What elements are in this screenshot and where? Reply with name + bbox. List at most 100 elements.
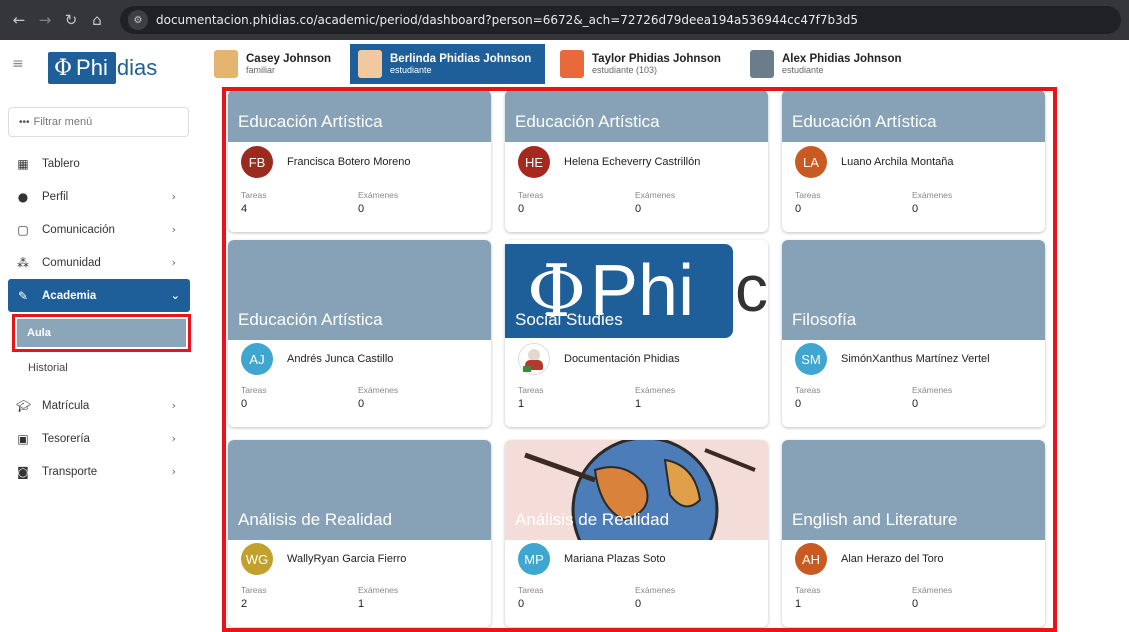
teacher-name: Luano Archila Montaña	[841, 156, 954, 168]
exams-label: Exámenes	[635, 385, 676, 395]
sidebar-item-perfil[interactable]: ● Perfil ›	[0, 180, 200, 213]
tasks-count: 1	[518, 398, 525, 410]
course-title: Filosofía	[792, 310, 857, 329]
avatar	[750, 50, 774, 78]
chevron-right-icon: ›	[171, 256, 176, 269]
group-icon: ⁂	[17, 255, 29, 270]
site-info-icon[interactable]: ⚙	[128, 10, 148, 30]
exams-label: Exámenes	[635, 585, 676, 595]
bus-icon: ◙	[17, 464, 29, 479]
tasks-count: 0	[795, 203, 802, 215]
teacher-avatar	[518, 343, 550, 375]
course-card[interactable]: Educación Artística FB Francisca Botero …	[228, 90, 491, 232]
teacher-avatar: WG	[241, 543, 273, 575]
course-card[interactable]: Análisis de Realidad MP Mariana Plazas S…	[505, 440, 768, 627]
reload-icon[interactable]: ↻	[58, 11, 84, 29]
sidebar-item-label: Tesorería	[42, 432, 90, 445]
tasks-label: Tareas	[518, 585, 544, 595]
course-card[interactable]: Análisis de Realidad WG WallyRyan Garcia…	[228, 440, 491, 627]
chevron-right-icon: ›	[171, 399, 176, 412]
teacher-avatar: AJ	[241, 343, 273, 375]
avatar	[358, 50, 382, 78]
collapse-menu-icon[interactable]: ≡	[12, 56, 24, 72]
sidebar-menu: ▦ Tablero ● Perfil › ▢ Comunicación › ⁂ …	[0, 147, 200, 488]
back-icon[interactable]: ←	[6, 11, 32, 29]
money-icon: ▣	[17, 431, 29, 446]
course-title: Análisis de Realidad	[238, 510, 393, 529]
exams-count: 0	[635, 598, 642, 610]
sidebar-item-comunidad[interactable]: ⁂ Comunidad ›	[0, 246, 200, 279]
filter-menu-input[interactable]: ••• Filtrar menú	[8, 107, 189, 137]
teacher-name: Francisca Botero Moreno	[287, 156, 411, 168]
sidebar-item-label: Perfil	[42, 190, 69, 203]
sidebar-subitem-label: Historial	[28, 361, 68, 374]
exams-count: 0	[912, 203, 919, 215]
sidebar-subitem-label: Aula	[27, 327, 51, 339]
exams-label: Exámenes	[358, 585, 399, 595]
family-tab-casey[interactable]: Casey Johnson familiar	[214, 44, 331, 84]
tasks-label: Tareas	[241, 585, 267, 595]
family-member-name: Taylor Phidias Johnson	[592, 53, 721, 65]
sidebar-item-label: Matrícula	[42, 399, 90, 412]
forward-icon[interactable]: →	[32, 11, 58, 29]
avatar	[214, 50, 238, 78]
family-member-role: estudiante (103)	[592, 65, 658, 75]
phidias-logo[interactable]: Φ Phi dias	[48, 52, 157, 84]
avatar	[560, 50, 584, 78]
exams-count: 1	[635, 398, 642, 410]
sidebar-item-tesoreria[interactable]: ▣ Tesorería ›	[0, 422, 200, 455]
course-card[interactable]: Educación Artística HE Helena Echeverry …	[505, 90, 768, 232]
teacher-name: SimónXanthus Martínez Vertel	[841, 353, 990, 365]
tasks-count: 0	[241, 398, 248, 410]
teacher-name: Helena Echeverry Castrillón	[564, 156, 701, 168]
family-member-name: Alex Phidias Johnson	[782, 53, 902, 65]
exams-label: Exámenes	[912, 190, 953, 200]
exams-count: 0	[358, 398, 365, 410]
teacher-avatar: LA	[795, 146, 827, 178]
course-card[interactable]: Filosofía SM SimónXanthus Martínez Verte…	[782, 240, 1045, 427]
exams-count: 0	[635, 203, 642, 215]
sidebar-item-academia[interactable]: ✎ Academia ⌄	[8, 279, 190, 312]
course-card[interactable]: Educación Artística AJ Andrés Junca Cast…	[228, 240, 491, 427]
chevron-right-icon: ›	[171, 223, 176, 236]
family-selector: Casey Johnson familiar Berlinda Phidias …	[200, 40, 1129, 85]
sidebar-subitem-historial[interactable]: Historial	[0, 352, 200, 383]
sidebar-item-label: Comunicación	[42, 223, 115, 236]
family-tab-taylor[interactable]: Taylor Phidias Johnson estudiante (103)	[560, 44, 721, 84]
teacher-avatar: AH	[795, 543, 827, 575]
family-member-role: estudiante	[390, 65, 432, 75]
exams-count: 0	[912, 398, 919, 410]
exams-count: 1	[358, 598, 365, 610]
address-bar[interactable]: ⚙ documentacion.phidias.co/academic/peri…	[120, 6, 1121, 34]
tasks-label: Tareas	[241, 385, 267, 395]
exams-label: Exámenes	[358, 385, 399, 395]
family-member-role: familiar	[246, 65, 276, 75]
tasks-label: Tareas	[795, 190, 821, 200]
family-tab-alex[interactable]: Alex Phidias Johnson estudiante	[750, 44, 902, 84]
course-card[interactable]: Φ Phi c Social Studies Documentación Phid…	[505, 240, 768, 427]
sidebar-item-comunicacion[interactable]: ▢ Comunicación ›	[0, 213, 200, 246]
course-title: English and Literature	[792, 510, 958, 529]
family-member-name: Berlinda Phidias Johnson	[390, 53, 532, 65]
tasks-label: Tareas	[518, 190, 544, 200]
tasks-count: 1	[795, 598, 802, 610]
chevron-right-icon: ›	[171, 465, 176, 478]
teacher-avatar: HE	[518, 146, 550, 178]
family-member-role: estudiante	[782, 65, 824, 75]
home-icon[interactable]: ⌂	[84, 11, 110, 29]
teacher-name: WallyRyan Garcia Fierro	[287, 553, 407, 565]
course-card[interactable]: English and Literature AH Alan Herazo de…	[782, 440, 1045, 627]
exams-label: Exámenes	[635, 190, 676, 200]
sidebar-item-matricula[interactable]: 🎓︎ Matrícula ›	[0, 389, 200, 422]
exams-label: Exámenes	[912, 585, 953, 595]
url-text: documentacion.phidias.co/academic/period…	[156, 13, 858, 27]
sidebar-subitem-aula[interactable]: Aula	[17, 319, 186, 347]
chevron-right-icon: ›	[171, 190, 176, 203]
browser-toolbar: ← → ↻ ⌂ ⚙ documentacion.phidias.co/acade…	[0, 0, 1129, 40]
sidebar-item-tablero[interactable]: ▦ Tablero	[0, 147, 200, 180]
family-tab-berlinda[interactable]: Berlinda Phidias Johnson estudiante	[350, 44, 546, 84]
tasks-label: Tareas	[241, 190, 267, 200]
sidebar-item-transporte[interactable]: ◙ Transporte ›	[0, 455, 200, 488]
dashboard-icon: ▦	[17, 156, 29, 171]
course-card[interactable]: Educación Artística LA Luano Archila Mon…	[782, 90, 1045, 232]
